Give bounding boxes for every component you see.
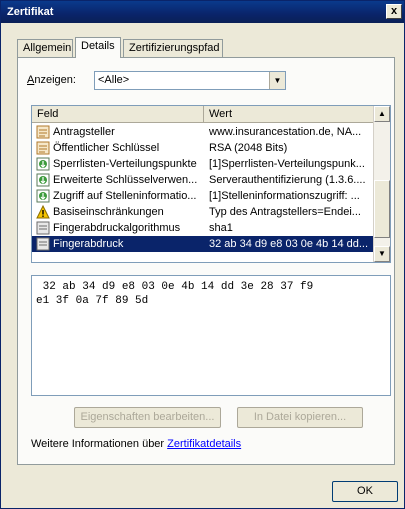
field-list[interactable]: Feld Wert Antragsteller www.insurancestat… (31, 105, 391, 263)
tab-general[interactable]: Allgemein (17, 39, 73, 57)
column-header-field[interactable]: Feld (32, 106, 204, 122)
show-label-text: nzeigen: (34, 74, 76, 86)
row-value: [1]Stelleninformationszugriff: ... (209, 190, 360, 202)
row-field: Fingerabdruckalgorithmus (53, 222, 181, 234)
show-label: Anzeigen: (27, 74, 76, 86)
scroll-thumb[interactable] (374, 180, 390, 238)
extension-icon (36, 157, 50, 171)
row-field: Fingerabdruck (53, 238, 124, 250)
copy-to-file-button[interactable]: In Datei kopieren... (237, 407, 363, 428)
list-row[interactable]: Zugriff auf Stelleninformatio... [1]Stell… (32, 188, 374, 204)
row-field: Sperrlisten-Verteilungspunkte (53, 158, 197, 170)
chevron-down-icon[interactable]: ▼ (269, 72, 285, 89)
row-value: sha1 (209, 222, 233, 234)
list-row[interactable]: Basiseinschränkungen Typ des Antragstelle… (32, 204, 374, 220)
show-dropdown-value: <Alle> (98, 74, 130, 86)
list-row[interactable]: Sperrlisten-Verteilungspunkte [1]Sperrlis… (32, 156, 374, 172)
edit-properties-button[interactable]: Eigenschaften bearbeiten... (74, 407, 221, 428)
row-field: Öffentlicher Schlüssel (53, 142, 160, 154)
value-detail-box[interactable]: 32 ab 34 d9 e8 03 0e 4b 14 dd 3e 28 37 f… (31, 275, 391, 396)
list-row[interactable]: Antragsteller www.insurancestation.de, NA… (32, 124, 374, 140)
column-header-value[interactable]: Wert (204, 106, 374, 122)
row-field: Antragsteller (53, 126, 115, 138)
tab-certification-path[interactable]: Zertifizierungspfad (123, 39, 223, 57)
warning-icon (36, 204, 50, 219)
show-dropdown[interactable]: <Alle> ▼ (94, 71, 286, 90)
certificate-dialog: Zertifikat x Allgemein Details Zertifizi… (0, 0, 405, 509)
list-row[interactable]: Fingerabdruckalgorithmus sha1 (32, 220, 374, 236)
property-icon (36, 221, 50, 235)
list-rows: Antragsteller www.insurancestation.de, NA… (32, 124, 374, 252)
ok-button[interactable]: OK (332, 481, 398, 502)
certificate-details-link[interactable]: Zertifikatdetails (167, 438, 241, 450)
list-row[interactable]: Fingerabdruck 32 ab 34 d9 e8 03 0e 4b 14 … (32, 236, 374, 252)
scroll-down-button[interactable]: ▼ (374, 246, 390, 262)
window-title: Zertifikat (7, 6, 54, 18)
more-info-text: Weitere Informationen über (31, 438, 168, 450)
list-row[interactable]: Öffentlicher Schlüssel RSA (2048 Bits) (32, 140, 374, 156)
certificate-field-icon (36, 125, 50, 139)
title-bar: Zertifikat x (1, 1, 404, 23)
row-field: Basiseinschränkungen (53, 206, 164, 218)
certificate-field-icon (36, 141, 50, 155)
extension-icon (36, 189, 50, 203)
row-value: [1]Sperrlisten-Verteilungspunk... (209, 158, 365, 170)
row-value: 32 ab 34 d9 e8 03 0e 4b 14 dd... (209, 238, 369, 250)
property-icon (36, 237, 50, 251)
scroll-up-button[interactable]: ▲ (374, 106, 390, 122)
row-value: RSA (2048 Bits) (209, 142, 288, 154)
row-field: Zugriff auf Stelleninformatio... (53, 190, 197, 202)
more-info: Weitere Informationen über Zertifikatdet… (31, 438, 241, 450)
vertical-scrollbar[interactable]: ▲ ▼ (373, 106, 390, 262)
row-value: Typ des Antragstellers=Endei... (209, 206, 361, 218)
tab-details[interactable]: Details (75, 37, 121, 58)
close-button[interactable]: x (386, 4, 402, 19)
list-row[interactable]: Erweiterte Schlüsselverwen... Serverauthe… (32, 172, 374, 188)
extension-icon (36, 173, 50, 187)
row-value: www.insurancestation.de, NA... (209, 126, 362, 138)
row-field: Erweiterte Schlüsselverwen... (53, 174, 198, 186)
list-header: Feld Wert (32, 106, 374, 123)
row-value: Serverauthentifizierung (1.3.6.... (209, 174, 366, 186)
